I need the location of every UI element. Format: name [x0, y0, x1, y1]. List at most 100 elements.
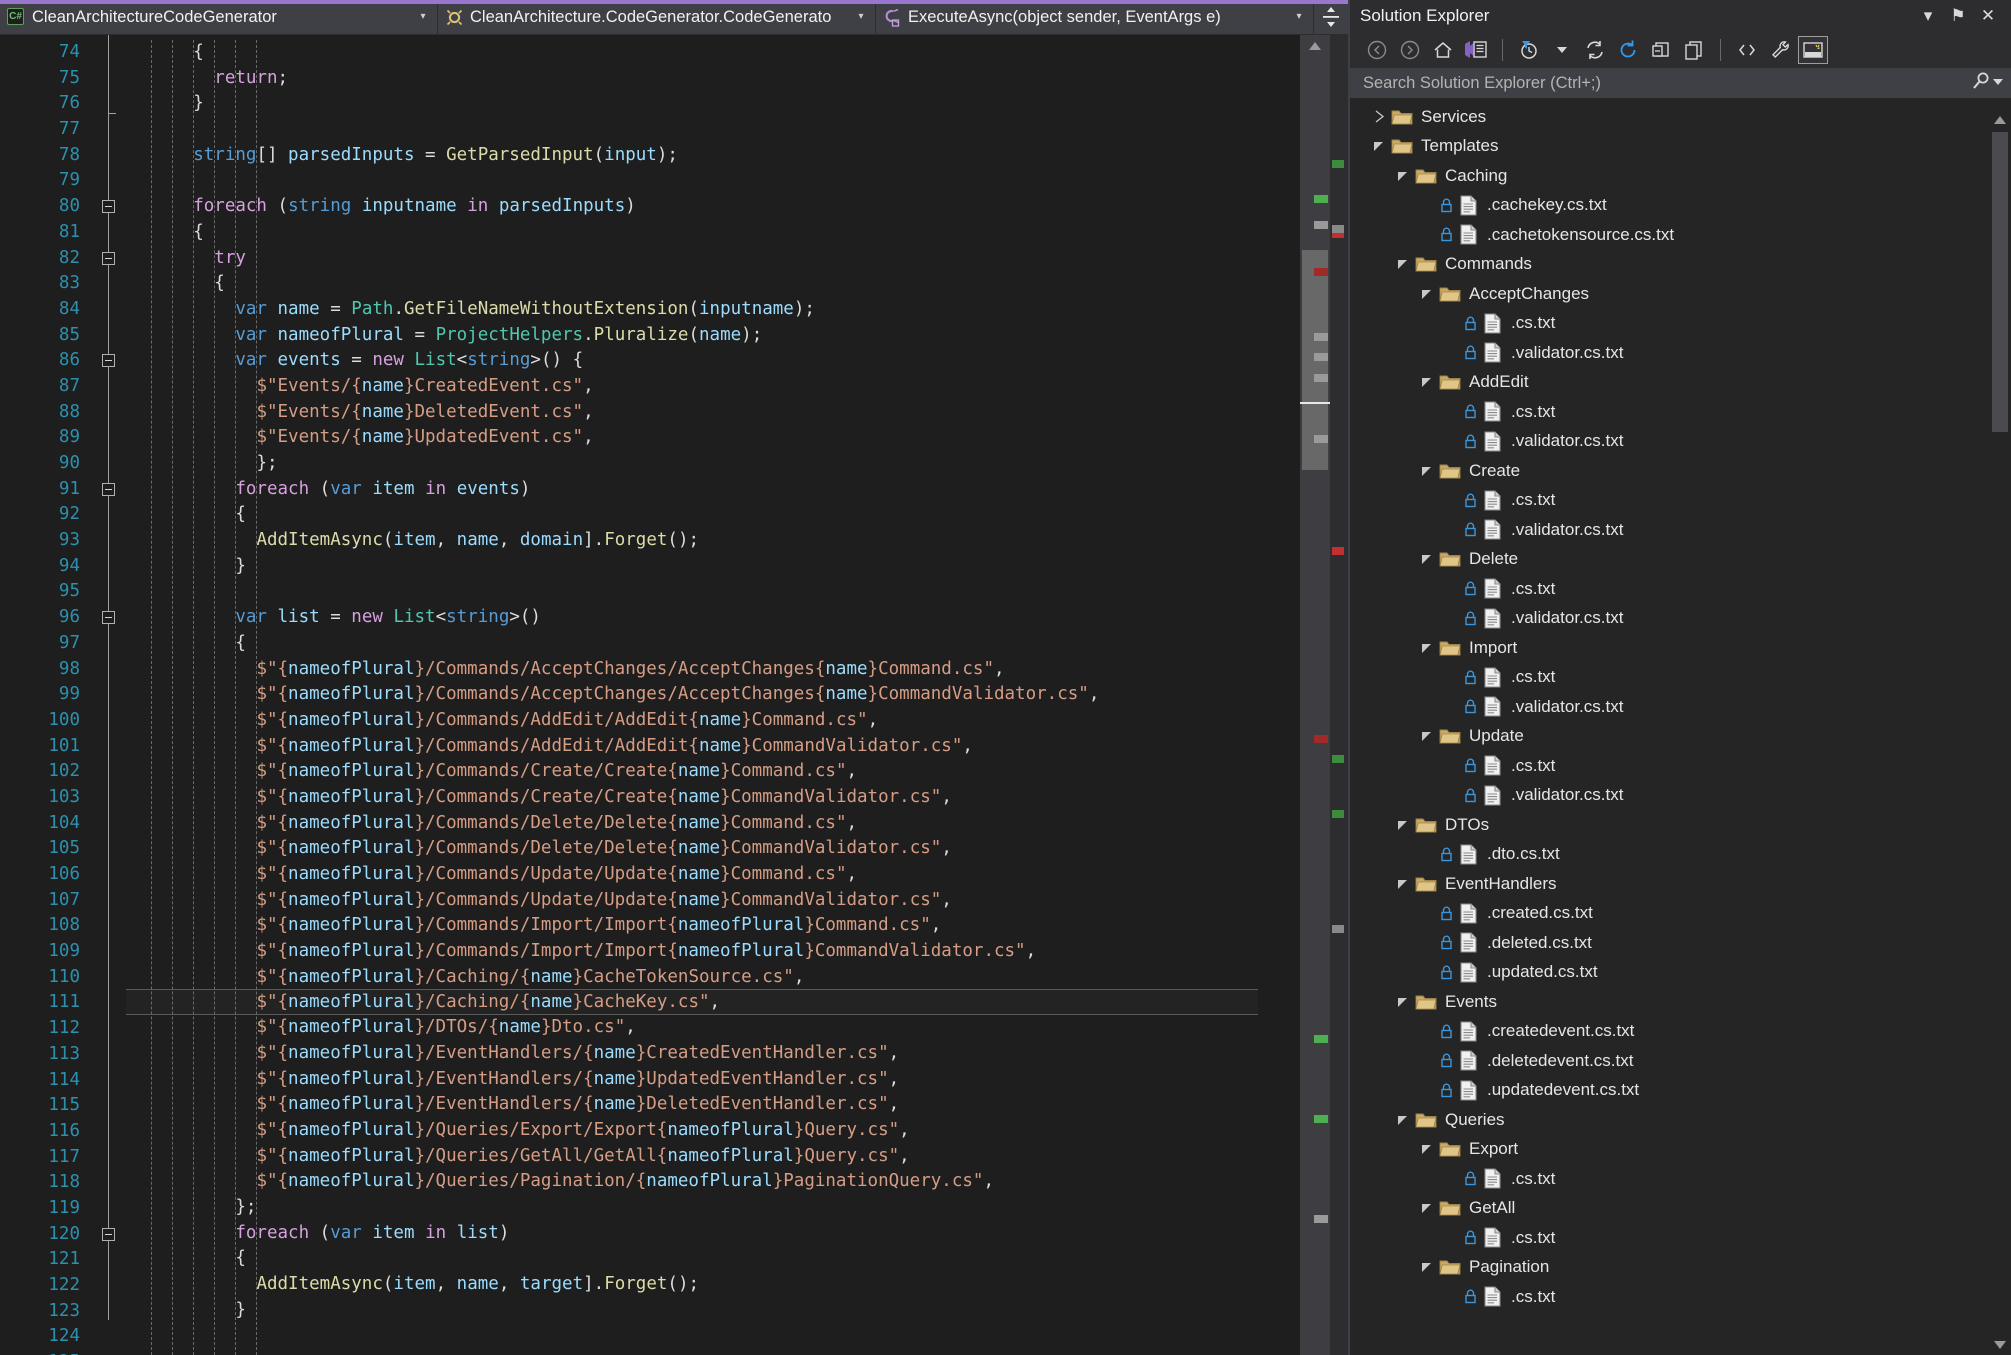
code-folding-gutter[interactable] — [90, 35, 126, 1355]
code-line[interactable]: foreach (var item in list) — [126, 1221, 1348, 1247]
scroll-up-button[interactable] — [1300, 35, 1330, 57]
chevron-down-icon[interactable] — [1416, 1261, 1438, 1273]
tree-file-row[interactable]: .deleted.cs.txt — [1350, 928, 1989, 958]
source-code[interactable]: { return; } string[] parsedInputs = GetP… — [126, 35, 1348, 1355]
refresh-button[interactable] — [1613, 36, 1643, 64]
tree-file-row[interactable]: .validator.cs.txt — [1350, 338, 1989, 368]
code-line[interactable]: } — [126, 1298, 1348, 1324]
chevron-down-icon[interactable] — [1416, 465, 1438, 477]
code-line[interactable]: $"{nameofPlural}/Caching/{name}CacheKey.… — [126, 989, 1258, 1015]
tree-file-row[interactable]: .cachekey.cs.txt — [1350, 191, 1989, 221]
panel-dropdown-icon[interactable]: ▾ — [1913, 3, 1943, 29]
code-line[interactable]: foreach (string inputname in parsedInput… — [126, 194, 1348, 220]
code-line[interactable]: $"{nameofPlural}/Commands/AddEdit/AddEdi… — [126, 708, 1348, 734]
chevron-down-icon[interactable] — [1392, 878, 1414, 890]
code-line[interactable]: } — [126, 554, 1348, 580]
tree-folder-row[interactable]: Delete — [1350, 545, 1989, 575]
code-line[interactable]: $"{nameofPlural}/Commands/AddEdit/AddEdi… — [126, 734, 1348, 760]
tree-folder-row[interactable]: Queries — [1350, 1105, 1989, 1135]
chevron-down-icon[interactable] — [1416, 553, 1438, 565]
tree-file-row[interactable]: .createdevent.cs.txt — [1350, 1017, 1989, 1047]
code-line[interactable]: $"{nameofPlural}/EventHandlers/{name}Cre… — [126, 1041, 1348, 1067]
code-text-area[interactable]: 7475767778798081828384858687888990919293… — [0, 35, 1348, 1355]
tree-folder-row[interactable]: Import — [1350, 633, 1989, 663]
code-line[interactable]: $"{nameofPlural}/Commands/Create/Create{… — [126, 759, 1348, 785]
tree-file-row[interactable]: .cachetokensource.cs.txt — [1350, 220, 1989, 250]
tree-scrollbar-thumb[interactable] — [1992, 132, 2008, 432]
search-solution-explorer[interactable] — [1350, 68, 2011, 98]
editor-vertical-scrollbar[interactable] — [1300, 35, 1330, 1355]
code-line[interactable]: string[] parsedInputs = GetParsedInput(i… — [126, 143, 1348, 169]
tree-file-row[interactable]: .validator.cs.txt — [1350, 692, 1989, 722]
collapse-region-button[interactable] — [102, 200, 115, 213]
collapse-region-button[interactable] — [102, 252, 115, 265]
code-line[interactable] — [126, 1323, 1348, 1349]
collapse-region-button[interactable] — [102, 483, 115, 496]
tree-file-row[interactable]: .validator.cs.txt — [1350, 515, 1989, 545]
code-line[interactable]: { — [126, 1246, 1348, 1272]
chevron-down-icon[interactable] — [1416, 288, 1438, 300]
code-line[interactable]: AddItemAsync(item, name, domain].Forget(… — [126, 528, 1348, 554]
type-dropdown[interactable]: CleanArchitecture.CodeGenerator.CodeGene… — [438, 0, 876, 34]
tree-scroll-down-button[interactable] — [1989, 1335, 2011, 1355]
tree-file-row[interactable]: .cs.txt — [1350, 397, 1989, 427]
code-line[interactable]: $"{nameofPlural}/EventHandlers/{name}Upd… — [126, 1067, 1348, 1093]
search-input[interactable] — [1363, 74, 1970, 93]
code-line[interactable] — [126, 117, 1348, 143]
tree-file-row[interactable]: .validator.cs.txt — [1350, 427, 1989, 457]
member-dropdown[interactable]: ExecuteAsync(object sender, EventArgs e)… — [876, 0, 1314, 34]
code-line[interactable]: { — [126, 502, 1348, 528]
code-line[interactable]: $"{nameofPlural}/Queries/GetAll/GetAll{n… — [126, 1144, 1348, 1170]
tree-folder-row[interactable]: Export — [1350, 1135, 1989, 1165]
code-line[interactable]: }; — [126, 451, 1348, 477]
chevron-down-icon[interactable] — [1368, 140, 1390, 152]
tree-file-row[interactable]: .created.cs.txt — [1350, 899, 1989, 929]
code-line[interactable]: var name = Path.GetFileNameWithoutExtens… — [126, 297, 1348, 323]
code-line[interactable]: $"{nameofPlural}/Caching/{name}CacheToke… — [126, 965, 1348, 991]
sync-button[interactable] — [1580, 36, 1610, 64]
code-line[interactable]: $"{nameofPlural}/EventHandlers/{name}Del… — [126, 1092, 1348, 1118]
tree-folder-row[interactable]: Services — [1350, 102, 1989, 132]
forward-button[interactable] — [1395, 36, 1425, 64]
tree-folder-row[interactable]: Create — [1350, 456, 1989, 486]
code-line[interactable] — [126, 168, 1348, 194]
collapse-region-button[interactable] — [102, 611, 115, 624]
chevron-down-icon[interactable] — [1416, 730, 1438, 742]
tree-folder-row[interactable]: Templates — [1350, 132, 1989, 162]
chevron-down-icon[interactable] — [1416, 1202, 1438, 1214]
code-line[interactable]: $"Events/{name}CreatedEvent.cs", — [126, 374, 1348, 400]
code-line[interactable]: var events = new List<string>() { — [126, 348, 1348, 374]
solution-view-button[interactable] — [1461, 36, 1491, 64]
tree-file-row[interactable]: .deletedevent.cs.txt — [1350, 1046, 1989, 1076]
tree-folder-row[interactable]: Update — [1350, 722, 1989, 752]
chevron-down-icon[interactable] — [1416, 1143, 1438, 1155]
code-line[interactable]: $"{nameofPlural}/Queries/Pagination/{nam… — [126, 1169, 1348, 1195]
code-line[interactable]: } — [126, 91, 1348, 117]
code-line[interactable]: $"{nameofPlural}/Commands/Import/Import{… — [126, 939, 1348, 965]
pending-changes-dropdown[interactable] — [1547, 36, 1577, 64]
tree-folder-row[interactable]: AcceptChanges — [1350, 279, 1989, 309]
tree-file-row[interactable]: .cs.txt — [1350, 1223, 1989, 1253]
code-line[interactable]: $"{nameofPlural}/Commands/Update/Update{… — [126, 862, 1348, 888]
tree-file-row[interactable]: .updated.cs.txt — [1350, 958, 1989, 988]
search-icon[interactable] — [1970, 70, 1992, 97]
collapse-region-button[interactable] — [102, 354, 115, 367]
tree-folder-row[interactable]: GetAll — [1350, 1194, 1989, 1224]
chevron-down-icon[interactable] — [1392, 170, 1414, 182]
chevron-down-icon[interactable] — [1392, 258, 1414, 270]
properties-button[interactable] — [1765, 36, 1795, 64]
code-line[interactable]: foreach (var item in events) — [126, 477, 1348, 503]
collapse-all-button[interactable] — [1646, 36, 1676, 64]
split-window-button[interactable] — [1314, 0, 1348, 34]
code-line[interactable]: return; — [126, 66, 1348, 92]
solution-tree[interactable]: ServicesTemplatesCaching.cachekey.cs.txt… — [1350, 98, 1989, 1355]
tree-folder-row[interactable]: DTOs — [1350, 810, 1989, 840]
preview-selected-items-button[interactable] — [1798, 36, 1828, 64]
chevron-right-icon[interactable] — [1368, 110, 1390, 123]
tree-file-row[interactable]: .cs.txt — [1350, 663, 1989, 693]
tree-file-row[interactable]: .cs.txt — [1350, 1164, 1989, 1194]
code-line[interactable]: $"{nameofPlural}/DTOs/{name}Dto.cs", — [126, 1015, 1348, 1041]
code-line[interactable]: var nameofPlural = ProjectHelpers.Plural… — [126, 323, 1348, 349]
chevron-down-icon[interactable] — [1392, 996, 1414, 1008]
chevron-down-icon[interactable] — [1392, 819, 1414, 831]
